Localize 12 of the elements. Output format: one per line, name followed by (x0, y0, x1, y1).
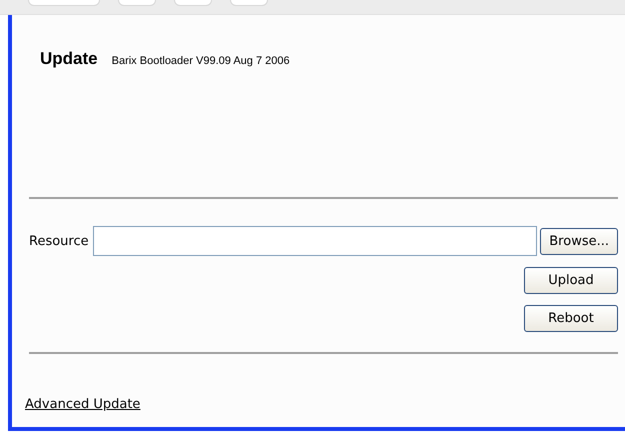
action-button[interactable]: Upload (524, 267, 618, 294)
tab[interactable] (230, 0, 268, 6)
resource-label: Resource (29, 234, 89, 248)
browse-button[interactable]: Browse... (540, 228, 618, 254)
action-button[interactable]: Reboot (524, 305, 618, 332)
page-title: Update (40, 49, 98, 69)
version-text: Barix Bootloader V99.09 Aug 7 2006 (112, 55, 290, 67)
tab[interactable] (118, 0, 156, 6)
tab[interactable] (28, 0, 100, 6)
advanced-update-link[interactable]: Advanced Update (25, 397, 140, 412)
resource-field[interactable] (92, 226, 538, 256)
tab[interactable] (174, 0, 212, 6)
